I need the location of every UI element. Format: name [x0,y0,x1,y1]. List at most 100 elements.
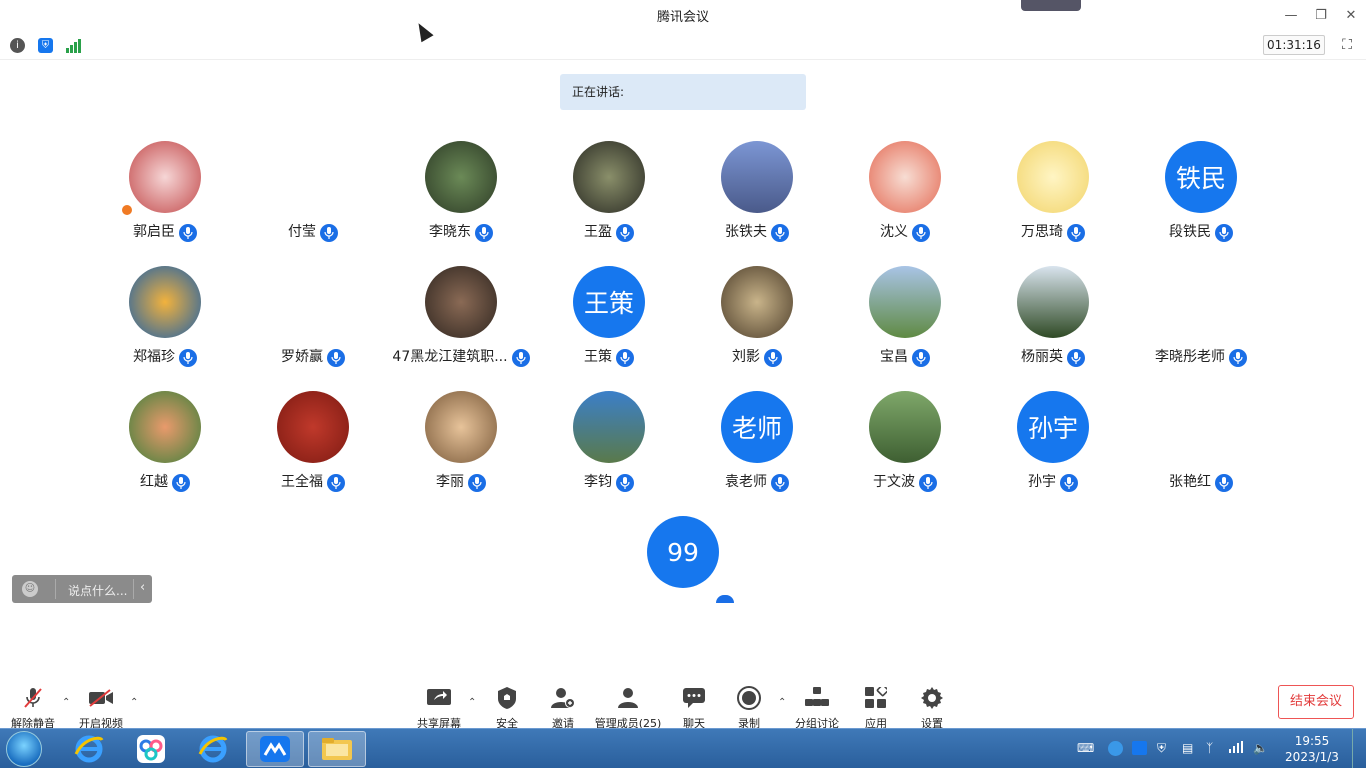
participant-avatar[interactable]: 孙宇 [1017,391,1089,463]
unmute-button[interactable]: 解除静音 [10,686,56,730]
participant-name: 47黑龙江建筑职... [392,349,508,365]
start-video-button[interactable]: 开启视频 [78,686,124,730]
emoji-icon[interactable]: ☺ [22,581,38,597]
audio-options-chevron-icon[interactable]: ⌃ [62,697,70,708]
mic-icon [1067,224,1085,242]
show-desktop-button[interactable] [1352,729,1366,768]
participant-avatar[interactable] [277,141,349,213]
participant-tile[interactable]: 郑福珍 [91,266,239,376]
ie-taskbar-icon[interactable] [60,731,118,767]
participant-tile[interactable]: 付莹 [239,141,387,251]
minimize-button[interactable]: — [1276,0,1306,30]
chat-button[interactable]: 聊天 [677,686,711,730]
participant-avatar[interactable] [277,391,349,463]
invite-button[interactable]: 邀请 [546,686,580,730]
network-globe-icon[interactable] [1108,741,1123,756]
participant-avatar[interactable]: 99 [647,516,719,588]
participant-avatar[interactable] [869,391,941,463]
ie-taskbar-icon-2[interactable] [184,731,242,767]
share-screen-button[interactable]: 共享屏幕 [414,686,464,730]
tencent-meeting-tray-icon[interactable] [1132,741,1147,755]
participant-avatar[interactable] [129,141,201,213]
volume-icon[interactable]: 🔈 [1253,741,1268,755]
manage-members-button[interactable]: 管理成员(25) [594,686,662,730]
participant-avatar[interactable] [425,266,497,338]
participant-tile[interactable]: 铁民 段铁民 [1127,141,1275,251]
info-icon[interactable]: i [10,38,25,53]
participant-avatar[interactable] [425,141,497,213]
start-button[interactable] [6,731,42,767]
participant-avatar[interactable] [869,266,941,338]
participant-tile[interactable]: 宝昌 [831,266,979,376]
participant-avatar[interactable] [573,391,645,463]
chat-bubble-icon [677,686,711,710]
signal-bars-icon[interactable] [1229,741,1243,756]
mic-icon [179,349,197,367]
participant-tile[interactable]: 万思琦 [979,141,1127,251]
baidu-netdisk-taskbar-icon[interactable] [122,731,180,767]
participant-tile[interactable]: 李钧 [535,391,683,501]
file-explorer-taskbar-icon[interactable] [308,731,366,767]
video-options-chevron-icon[interactable]: ⌃ [130,697,138,708]
participant-tile[interactable]: 红越 [91,391,239,501]
participant-tile[interactable]: 王盈 [535,141,683,251]
participant-avatar[interactable] [129,391,201,463]
mic-icon [616,349,634,367]
apps-button[interactable]: 应用 [860,686,892,730]
system-clock[interactable]: 19:55 2023/1/3 [1282,733,1342,765]
participant-tile[interactable]: 王策 王策 [535,266,683,376]
mic-icon [616,224,634,242]
participant-tile[interactable]: 孙宇 孙宇 [979,391,1127,501]
clipboard-icon[interactable]: ▤ [1182,741,1193,755]
participant-avatar[interactable] [1165,266,1237,338]
signal-icon[interactable] [66,38,81,53]
participant-tile[interactable]: 李丽 [387,391,535,501]
shield-icon[interactable]: ⛨ [38,38,53,53]
participant-tile[interactable]: 沈义 [831,141,979,251]
participant-avatar[interactable]: 铁民 [1165,141,1237,213]
collapse-chevron-icon[interactable]: ‹ [140,580,145,595]
participant-tile[interactable]: 杨丽英 [979,266,1127,376]
participant-avatar[interactable] [277,266,349,338]
tencent-meeting-taskbar-icon[interactable] [246,731,304,767]
participant-tile[interactable]: 张艳红 [1127,391,1275,501]
chat-input[interactable]: ☺ 说点什么... ‹ [12,575,152,603]
settings-button[interactable]: 设置 [915,686,949,730]
security-tray-icon[interactable]: ⛨ [1157,741,1166,756]
participant-tile[interactable]: 于文波 [831,391,979,501]
participant-avatar[interactable] [721,266,793,338]
participant-tile[interactable]: 李晓东 [387,141,535,251]
participant-avatar[interactable] [1165,391,1237,463]
participant-avatar[interactable] [1017,266,1089,338]
participant-avatar[interactable] [573,141,645,213]
share-screen-icon [414,686,464,710]
participant-tile[interactable]: 张铁夫 [683,141,831,251]
participant-avatar[interactable]: 老师 [721,391,793,463]
security-button[interactable]: 安全 [490,686,524,730]
close-button[interactable]: ✕ [1336,0,1366,30]
fullscreen-icon[interactable]: ⛶ [1338,36,1356,54]
record-options-chevron-icon[interactable]: ⌃ [778,697,786,708]
share-options-chevron-icon[interactable]: ⌃ [468,697,476,708]
participant-tile[interactable]: 郭启臣 [91,141,239,251]
participant-tile[interactable]: 老师袁老师 [683,391,831,501]
record-button[interactable]: 录制 [732,686,766,730]
participant-tile[interactable]: 罗娇赢 [239,266,387,376]
participant-avatar[interactable] [1017,141,1089,213]
participant-avatar[interactable] [129,266,201,338]
clock-time: 19:55 [1294,734,1330,748]
breakout-rooms-button[interactable]: 分组讨论 [794,686,840,730]
restore-button[interactable]: ❐ [1306,0,1336,30]
participant-avatar[interactable] [721,141,793,213]
participant-avatar[interactable] [425,391,497,463]
participant-tile[interactable]: 王全福 [239,391,387,501]
participant-tile[interactable]: 李晓彤老师 [1127,266,1275,376]
participant-name: 袁老师 [725,474,767,490]
keyboard-icon[interactable]: ⌨ [1077,741,1094,755]
bluetooth-icon[interactable]: ᛉ [1206,741,1213,755]
participant-tile[interactable]: 47黑龙江建筑职... [387,266,535,376]
participant-tile[interactable]: 刘影 [683,266,831,376]
participant-avatar[interactable]: 王策 [573,266,645,338]
participant-avatar[interactable] [869,141,941,213]
end-meeting-button[interactable]: 结束会议 [1278,685,1354,719]
